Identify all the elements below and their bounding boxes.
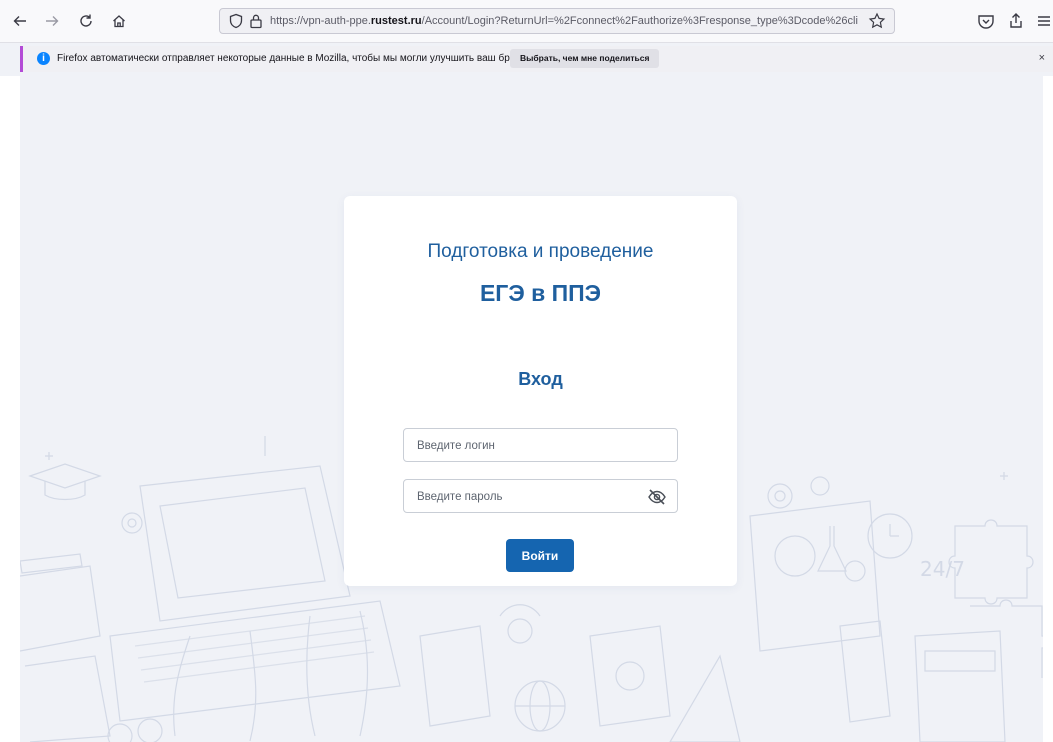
page-right-margin <box>1043 76 1053 742</box>
url-bar[interactable]: https://vpn-auth-ppe.rustest.ru/Account/… <box>219 8 895 34</box>
login-submit-button[interactable]: Войти <box>506 539 574 572</box>
url-text[interactable]: https://vpn-auth-ppe.rustest.ru/Account/… <box>270 15 858 27</box>
choose-data-button[interactable]: Выбрать, чем мне поделиться <box>510 49 660 68</box>
telemetry-notification-bar: i Firefox автоматически отправляет некот… <box>20 46 1053 72</box>
pocket-icon[interactable] <box>976 11 996 31</box>
lock-icon[interactable] <box>249 13 263 29</box>
bookmark-star-icon[interactable] <box>868 12 886 30</box>
login-input[interactable] <box>415 429 639 463</box>
reload-icon[interactable] <box>74 9 98 33</box>
home-icon[interactable] <box>107 9 131 33</box>
password-field[interactable] <box>403 479 678 514</box>
browser-toolbar: https://vpn-auth-ppe.rustest.ru/Account/… <box>0 0 1053 43</box>
info-icon: i <box>37 52 50 65</box>
password-input[interactable] <box>415 480 639 514</box>
back-arrow-icon[interactable] <box>8 9 32 33</box>
tracking-shield-icon[interactable] <box>228 13 244 29</box>
page-left-margin <box>0 76 20 742</box>
forward-arrow-icon[interactable] <box>40 9 64 33</box>
app-title-line1: Подготовка и проведение <box>427 241 654 262</box>
page-content: 24/7 Подготовка и проведение ЕГЭ в ППЭ В… <box>20 76 1043 742</box>
login-card: Подготовка и проведение ЕГЭ в ППЭ Вход В… <box>344 196 737 586</box>
url-host: rustest.ru <box>370 15 422 27</box>
svg-text:24/7: 24/7 <box>920 557 965 581</box>
login-field[interactable] <box>403 428 678 463</box>
login-heading: Вход <box>518 369 563 389</box>
app-title-line2: ЕГЭ в ППЭ <box>479 280 602 306</box>
close-icon[interactable]: × <box>1039 52 1045 64</box>
hamburger-menu-icon[interactable] <box>1036 11 1050 31</box>
share-icon[interactable] <box>1006 11 1026 31</box>
notification-text: Firefox автоматически отправляет некотор… <box>57 53 539 64</box>
eye-off-icon[interactable] <box>647 487 667 507</box>
